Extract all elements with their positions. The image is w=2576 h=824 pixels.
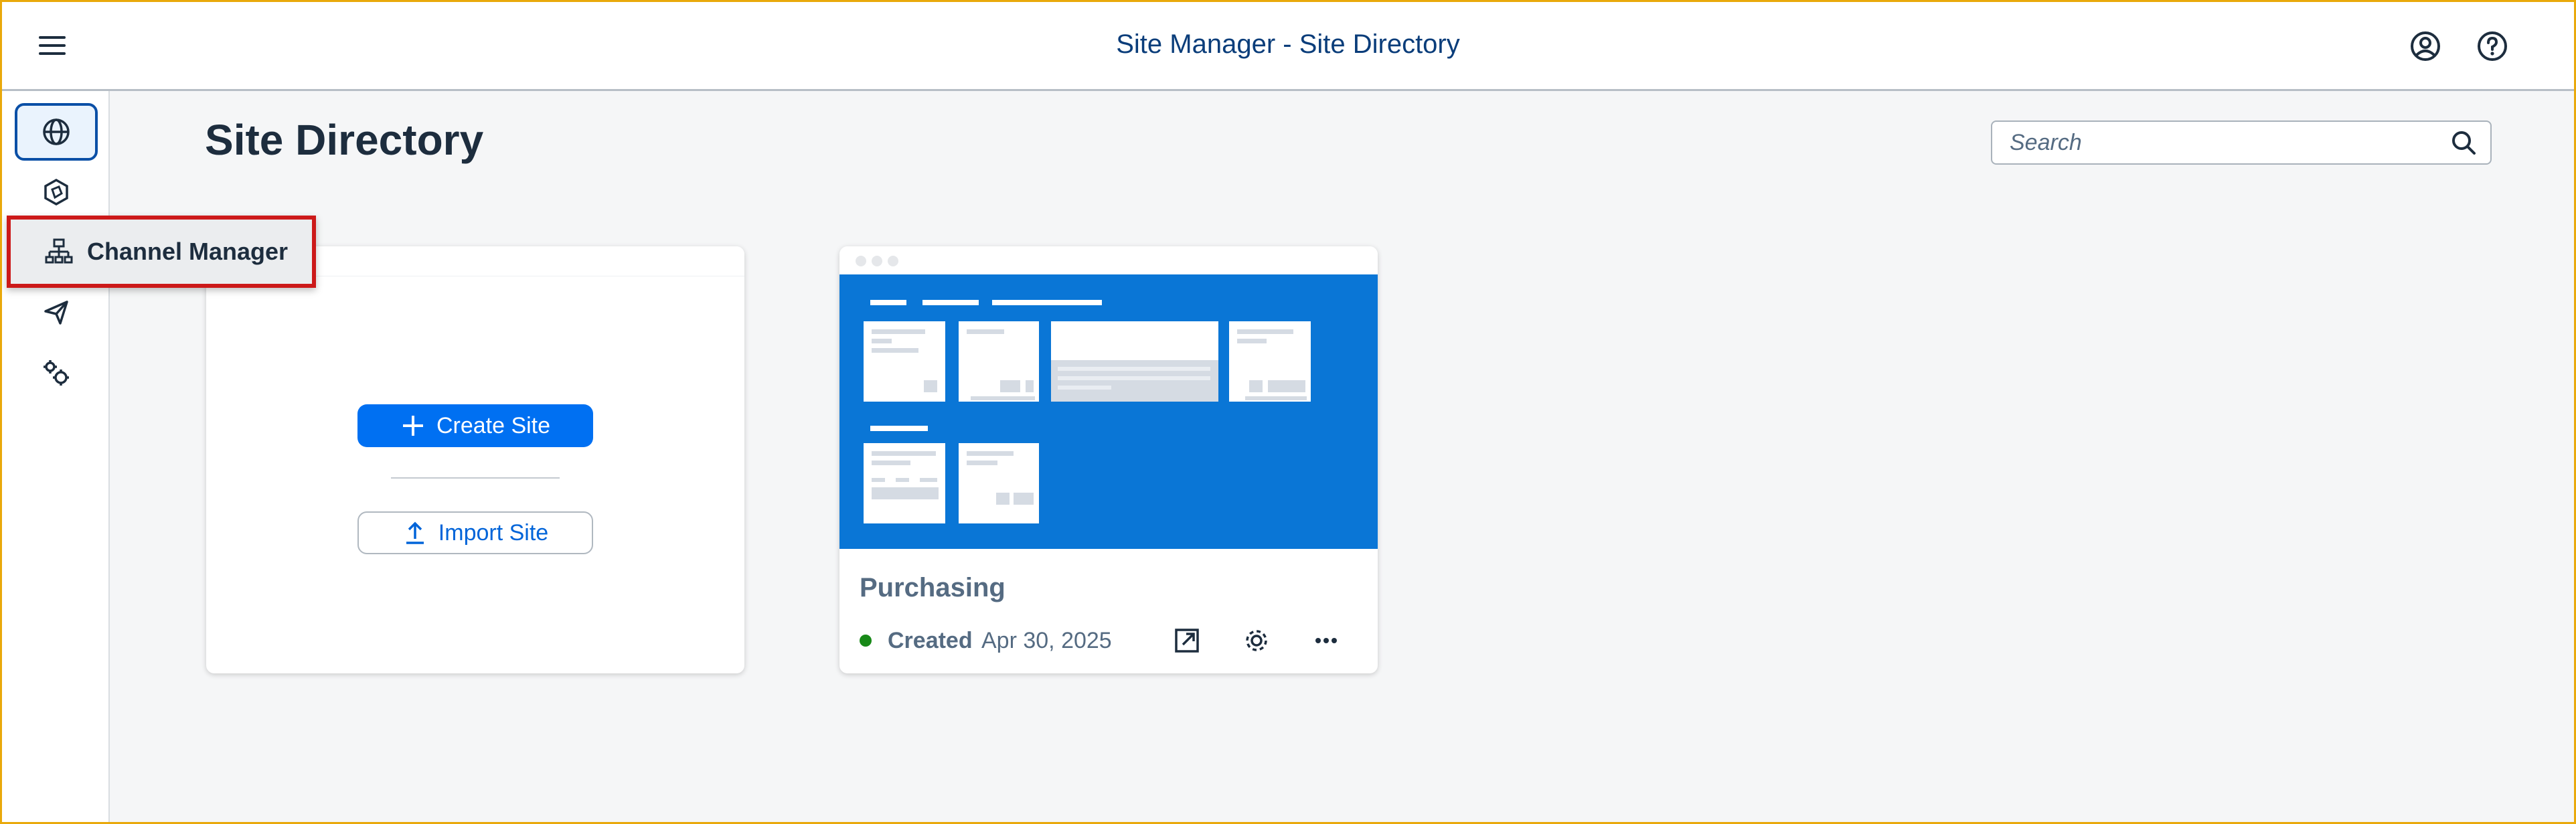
popover-label: Channel Manager xyxy=(87,238,289,265)
side-navigation xyxy=(0,91,110,824)
open-site-button[interactable] xyxy=(1170,624,1204,657)
gears-icon xyxy=(44,360,69,386)
overflow-icon xyxy=(1315,638,1337,643)
nav-item-site-directory[interactable] xyxy=(15,103,98,161)
plus-icon xyxy=(402,416,423,436)
page-title: Site Directory xyxy=(205,116,484,164)
card-top-bar xyxy=(839,246,1378,276)
paper-plane-icon xyxy=(44,301,68,325)
nav-item-publish[interactable] xyxy=(15,284,98,341)
app-title: Site Manager - Site Directory xyxy=(1116,29,1460,59)
created-date: Apr 30, 2025 xyxy=(981,628,1112,653)
status-badge: Created xyxy=(888,628,973,653)
create-site-button[interactable]: Create Site xyxy=(357,404,593,447)
shell-bar: Site Manager - Site Directory xyxy=(0,0,2576,91)
nav-item-content[interactable] xyxy=(15,163,98,221)
site-thumbnail[interactable] xyxy=(839,274,1378,549)
gear-icon xyxy=(1246,630,1267,651)
site-card-purchasing[interactable]: Purchasing Created Apr 30, 2025 xyxy=(839,246,1378,673)
site-name[interactable]: Purchasing xyxy=(860,573,1005,603)
nav-item-settings[interactable] xyxy=(15,344,98,402)
upload-icon xyxy=(406,521,424,544)
create-site-label: Create Site xyxy=(436,412,551,438)
create-site-card: Create Site Import Site xyxy=(206,246,744,673)
open-external-icon xyxy=(1175,629,1199,653)
import-site-label: Import Site xyxy=(438,519,549,546)
status-indicator xyxy=(860,635,872,647)
help-icon[interactable] xyxy=(2476,29,2509,63)
search-icon[interactable] xyxy=(2449,128,2478,157)
globe-icon xyxy=(43,118,70,145)
hexagon-icon xyxy=(44,178,68,206)
import-site-button[interactable]: Import Site xyxy=(357,511,593,554)
more-actions-button[interactable] xyxy=(1309,624,1343,657)
divider xyxy=(391,477,560,479)
hierarchy-icon xyxy=(45,238,73,264)
search-input[interactable] xyxy=(2008,129,2449,157)
user-profile-icon[interactable] xyxy=(2409,29,2442,63)
site-settings-button[interactable] xyxy=(1240,624,1273,657)
channel-manager-popover[interactable]: Channel Manager xyxy=(7,216,316,288)
search-field[interactable] xyxy=(1991,120,2492,165)
